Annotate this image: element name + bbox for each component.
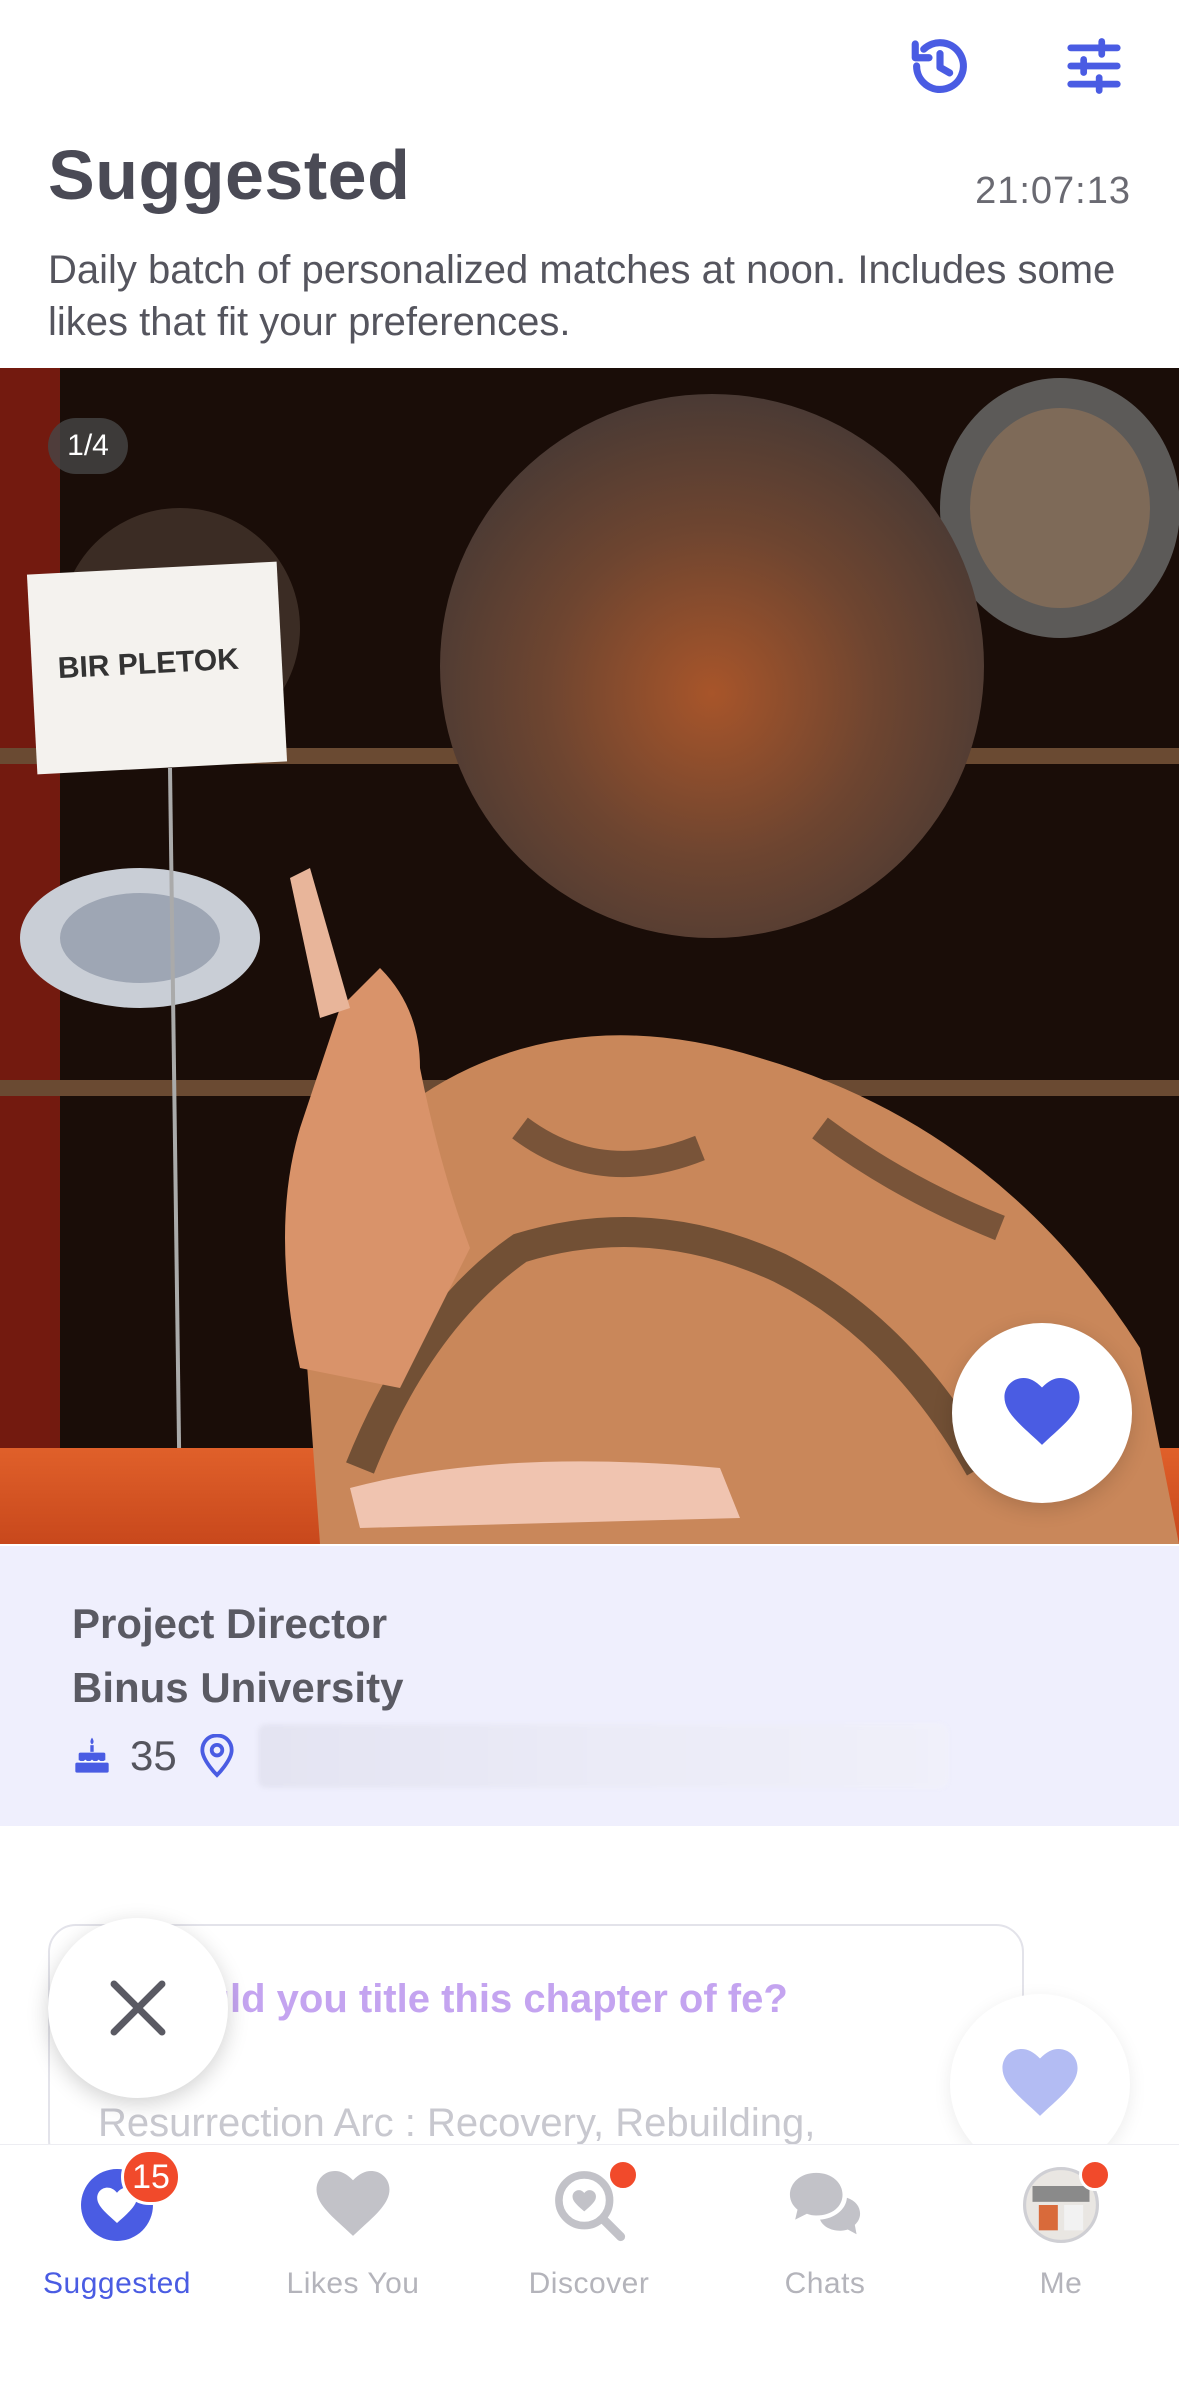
countdown-timer: 21:07:13: [975, 170, 1131, 212]
tab-suggested[interactable]: 15 Suggested: [7, 2149, 227, 2325]
chat-bubbles-icon: [789, 2172, 861, 2235]
heart-icon: [316, 2171, 390, 2236]
suggested-count-badge: 15: [121, 2149, 181, 2205]
location-redacted: [258, 1724, 948, 1788]
prompt-question: would you title this chapter of fe?: [150, 1977, 788, 2021]
like-photo-button[interactable]: [952, 1323, 1132, 1503]
cake-icon: [75, 1737, 109, 1773]
tab-me[interactable]: Me: [951, 2159, 1171, 2325]
age-value: 35: [130, 1732, 177, 1779]
pass-button[interactable]: [48, 1918, 228, 2098]
tab-label-discover: Discover: [528, 2267, 650, 2300]
tab-label-likes-you: Likes You: [286, 2267, 420, 2300]
job-title: Project Director: [72, 1600, 388, 1647]
profile-photo[interactable]: BIR PLETOK 1/4: [0, 368, 1179, 1544]
tab-chats[interactable]: Chats: [715, 2165, 935, 2325]
discover-notification-dot: [607, 2159, 639, 2191]
history-icon[interactable]: [900, 26, 980, 106]
tab-discover[interactable]: Discover: [479, 2159, 699, 2325]
location-pin-icon: [200, 1734, 234, 1778]
tab-label-chats: Chats: [784, 2267, 866, 2300]
tab-likes-you[interactable]: Likes You: [243, 2165, 463, 2325]
profile-info: Project Director Binus University 35: [0, 1546, 1179, 1826]
heart-icon: [1002, 2049, 1078, 2116]
profile-meta: 35: [72, 1726, 235, 1786]
heart-icon: [1004, 1378, 1080, 1445]
school-name: Binus University: [72, 1664, 404, 1711]
filter-sliders-icon[interactable]: [1054, 26, 1134, 106]
me-notification-dot: [1079, 2159, 1111, 2191]
tab-label-suggested: Suggested: [43, 2267, 191, 2300]
page-title: Suggested: [48, 136, 411, 214]
prompt-answer: Resurrection Arc : Recovery, Rebuilding,: [98, 2101, 816, 2145]
close-icon: [110, 1980, 166, 2036]
tab-label-me: Me: [1039, 2267, 1083, 2300]
photo-counter: 1/4: [48, 418, 128, 474]
page-description: Daily batch of personalized matches at n…: [48, 248, 1116, 344]
tab-bar: 15 Suggested Likes You Discover Chats Me: [0, 2144, 1179, 2397]
